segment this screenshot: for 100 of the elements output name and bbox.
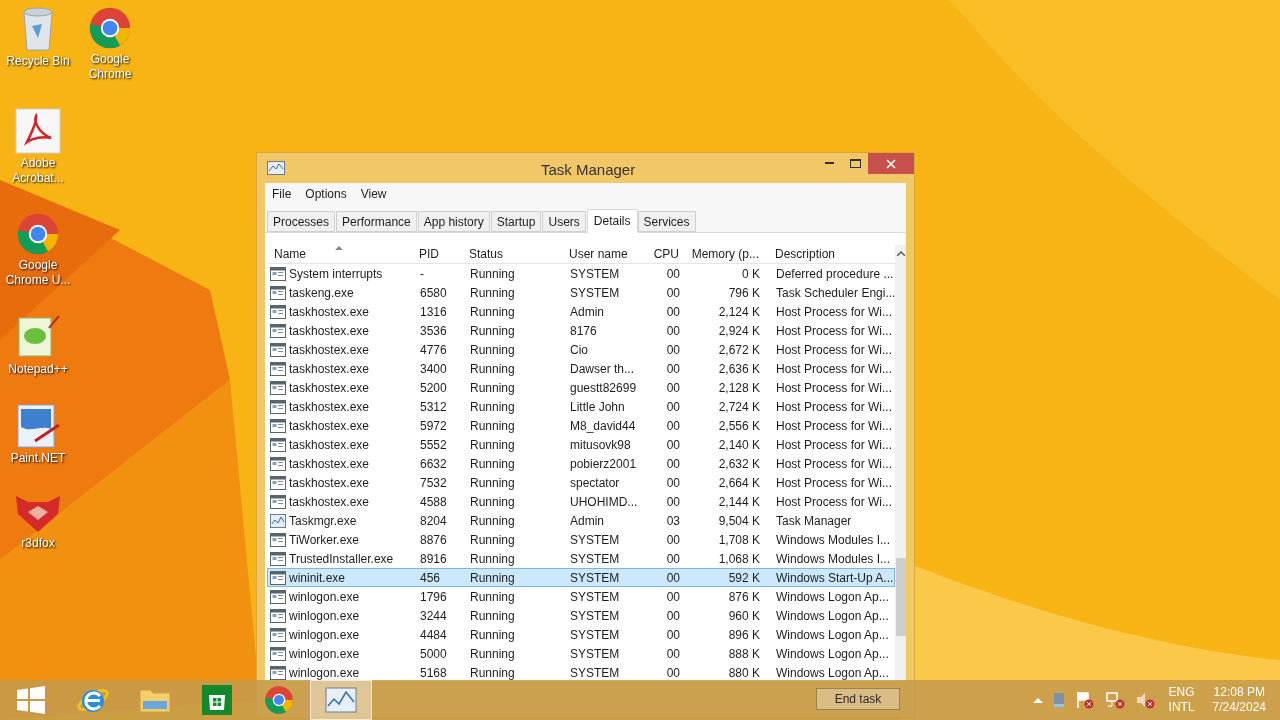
table-cell-text: wininit.exe	[289, 569, 346, 587]
tab[interactable]: Startup	[490, 211, 542, 232]
table-cell-text: 00	[665, 664, 681, 681]
taskbar-button[interactable]	[310, 680, 372, 720]
process-row[interactable]: Taskmgr.exe 8204 Running Admin 03 9,504 K Task Manager	[267, 511, 895, 530]
table-cell-text: Host Process for Wi...	[775, 474, 894, 492]
tab[interactable]: Performance	[336, 211, 417, 232]
table-cell-text: 00	[665, 645, 681, 663]
process-row[interactable]: taskhostex.exe 1316 Running Admin 00 2,124 K Host Process for Wi...	[267, 302, 895, 321]
process-row[interactable]: TrustedInstaller.exe 8916 Running SYSTEM 00 1,068 K Windows Modules I...	[267, 549, 895, 568]
scrollbar-thumb[interactable]	[895, 558, 906, 636]
table-cell-text: Windows Modules I...	[775, 550, 892, 568]
tab[interactable]: Details	[586, 209, 638, 233]
table-cell-text: 876 K	[727, 588, 761, 606]
tab[interactable]: Processes	[267, 211, 336, 232]
table-cell-text: 00	[665, 436, 681, 454]
table-cell-text: 03	[665, 512, 681, 530]
menu-item[interactable]: Options	[305, 185, 347, 203]
table-cell-text: taskhostex.exe	[289, 493, 370, 511]
table-cell-text: Running	[469, 550, 516, 568]
process-row[interactable]: taskhostex.exe 5200 Running guestt82699 00 2,128 K Host Process for Wi...	[267, 378, 895, 397]
process-row[interactable]: taskhostex.exe 3536 Running 8176 00 2,924 K Host Process for Wi...	[267, 321, 895, 340]
table-cell-text: guestt82699	[569, 379, 638, 397]
table-cell-text: winlogon.exe	[289, 626, 360, 644]
table-cell-text: 00	[665, 417, 681, 435]
process-row[interactable]: taskhostex.exe 6632 Running pobierz2001 00 2,632 K Host Process for Wi...	[267, 454, 895, 473]
table-cell-text: 00	[665, 322, 681, 340]
process-row[interactable]: System interrupts - Running SYSTEM 00 0 K Deferred procedure ...	[267, 264, 895, 283]
process-row[interactable]: winlogon.exe 5000 Running SYSTEM 00 888 K Windows Logon Ap...	[267, 644, 895, 663]
tab[interactable]: Users	[542, 211, 586, 232]
table-cell-text: 2,636 K	[717, 360, 761, 378]
table-cell-text: 00	[665, 455, 681, 473]
process-row[interactable]: winlogon.exe 1796 Running SYSTEM 00 876 K Windows Logon Ap...	[267, 587, 895, 606]
process-row[interactable]: taskhostex.exe 5552 Running mitusovk98 00 2,140 K Host Process for Wi...	[267, 435, 895, 454]
table-cell-text: Windows Logon Ap...	[775, 607, 890, 625]
table-cell-text: Running	[469, 341, 516, 359]
process-row[interactable]: taskhostex.exe 5972 Running M8_david44 00 2,556 K Host Process for Wi...	[267, 416, 895, 435]
tab[interactable]: Services	[637, 211, 696, 232]
table-cell-text: Host Process for Wi...	[775, 455, 894, 473]
process-row[interactable]: taskhostex.exe 4776 Running Cio 00 2,672 K Host Process for Wi...	[267, 340, 895, 359]
table-cell-text: Host Process for Wi...	[775, 493, 894, 511]
table-cell-text: Running	[469, 474, 516, 492]
column-header[interactable]: Description	[767, 245, 893, 263]
table-cell-text: 4484	[419, 626, 448, 644]
process-row[interactable]: taskeng.exe 6580 Running SYSTEM 00 796 K Task Scheduler Engi...	[267, 283, 895, 302]
column-header[interactable]: Name	[267, 245, 415, 263]
table-cell-text: Running	[469, 360, 516, 378]
table-cell-text: Dawser th...	[569, 360, 636, 378]
tab[interactable]: App history	[417, 211, 490, 232]
column-header[interactable]: Status	[465, 245, 565, 263]
network-icon[interactable]	[1052, 692, 1065, 708]
process-row[interactable]: taskhostex.exe 4588 Running UHOHIMD... 00 2,144 K Host Process for Wi...	[267, 492, 895, 511]
table-cell-text: 3400	[419, 360, 448, 378]
table-cell-text: Host Process for Wi...	[775, 322, 894, 340]
table-cell-text: 880 K	[727, 664, 761, 681]
process-row[interactable]: winlogon.exe 5168 Running SYSTEM 00 880 K Windows Logon Ap...	[267, 663, 895, 681]
table-cell-text: Running	[469, 512, 516, 530]
table-cell-text: Running	[469, 303, 516, 321]
show-hidden-icons[interactable]	[1032, 697, 1043, 703]
table-cell-text: 00	[665, 341, 681, 359]
application-icon	[270, 342, 286, 357]
window-title: Task Manager	[541, 160, 636, 180]
application-icon	[270, 285, 286, 300]
column-header[interactable]: User name	[565, 245, 641, 263]
table-cell-text: 00	[665, 379, 681, 397]
process-row[interactable]: taskhostex.exe 3400 Running Dawser th... 00 2,636 K Host Process for Wi...	[267, 359, 895, 378]
task-manager-icon	[267, 161, 285, 175]
table-cell-text: Host Process for Wi...	[775, 398, 894, 416]
end-task-button[interactable]: End task	[816, 688, 900, 710]
column-header[interactable]: CPU	[641, 245, 687, 263]
process-row[interactable]: wininit.exe 456 Running SYSTEM 00 592 K Windows Start-Up A...	[267, 568, 895, 587]
speaker-muted-icon[interactable]	[1134, 691, 1155, 709]
vertical-scrollbar[interactable]	[895, 245, 906, 681]
table-cell-text: 5312	[419, 398, 448, 416]
table-cell-text: 0 K	[741, 265, 761, 283]
menu-item[interactable]: View	[360, 185, 387, 203]
table-cell-text: Running	[469, 531, 516, 549]
store-bag-icon	[202, 685, 232, 715]
menu-item[interactable]: File	[272, 185, 292, 203]
process-row[interactable]: taskhostex.exe 7532 Running spectator 00 2,664 K Host Process for Wi...	[267, 473, 895, 492]
process-row[interactable]: winlogon.exe 4484 Running SYSTEM 00 896 K Windows Logon Ap...	[267, 625, 895, 644]
process-row[interactable]: taskhostex.exe 5312 Running Little John 00 2,724 K Host Process for Wi...	[267, 397, 895, 416]
table-cell-text: 456	[419, 569, 442, 587]
process-row[interactable]: winlogon.exe 3244 Running SYSTEM 00 960 K Windows Logon Ap...	[267, 606, 895, 625]
table-cell-text: 4588	[419, 493, 448, 511]
table-cell-text: 960 K	[727, 607, 761, 625]
network-error-icon[interactable]	[1104, 691, 1125, 709]
table-cell-text: 1,708 K	[717, 531, 761, 549]
table-cell-text: -	[419, 265, 425, 283]
table-cell-text: 3244	[419, 607, 448, 625]
process-row[interactable]: TiWorker.exe 8876 Running SYSTEM 00 1,708 K Windows Modules I...	[267, 530, 895, 549]
table-cell-text: 2,724 K	[717, 398, 761, 416]
notepad-icon	[15, 314, 61, 360]
table-cell-text: taskhostex.exe	[289, 474, 370, 492]
column-header[interactable]: PID	[415, 245, 465, 263]
table-cell-text: 00	[665, 265, 681, 283]
column-header[interactable]: Memory (p...	[687, 245, 767, 263]
flag-error-icon[interactable]	[1074, 691, 1095, 709]
application-icon	[270, 456, 286, 471]
table-cell-text: Running	[469, 588, 516, 606]
